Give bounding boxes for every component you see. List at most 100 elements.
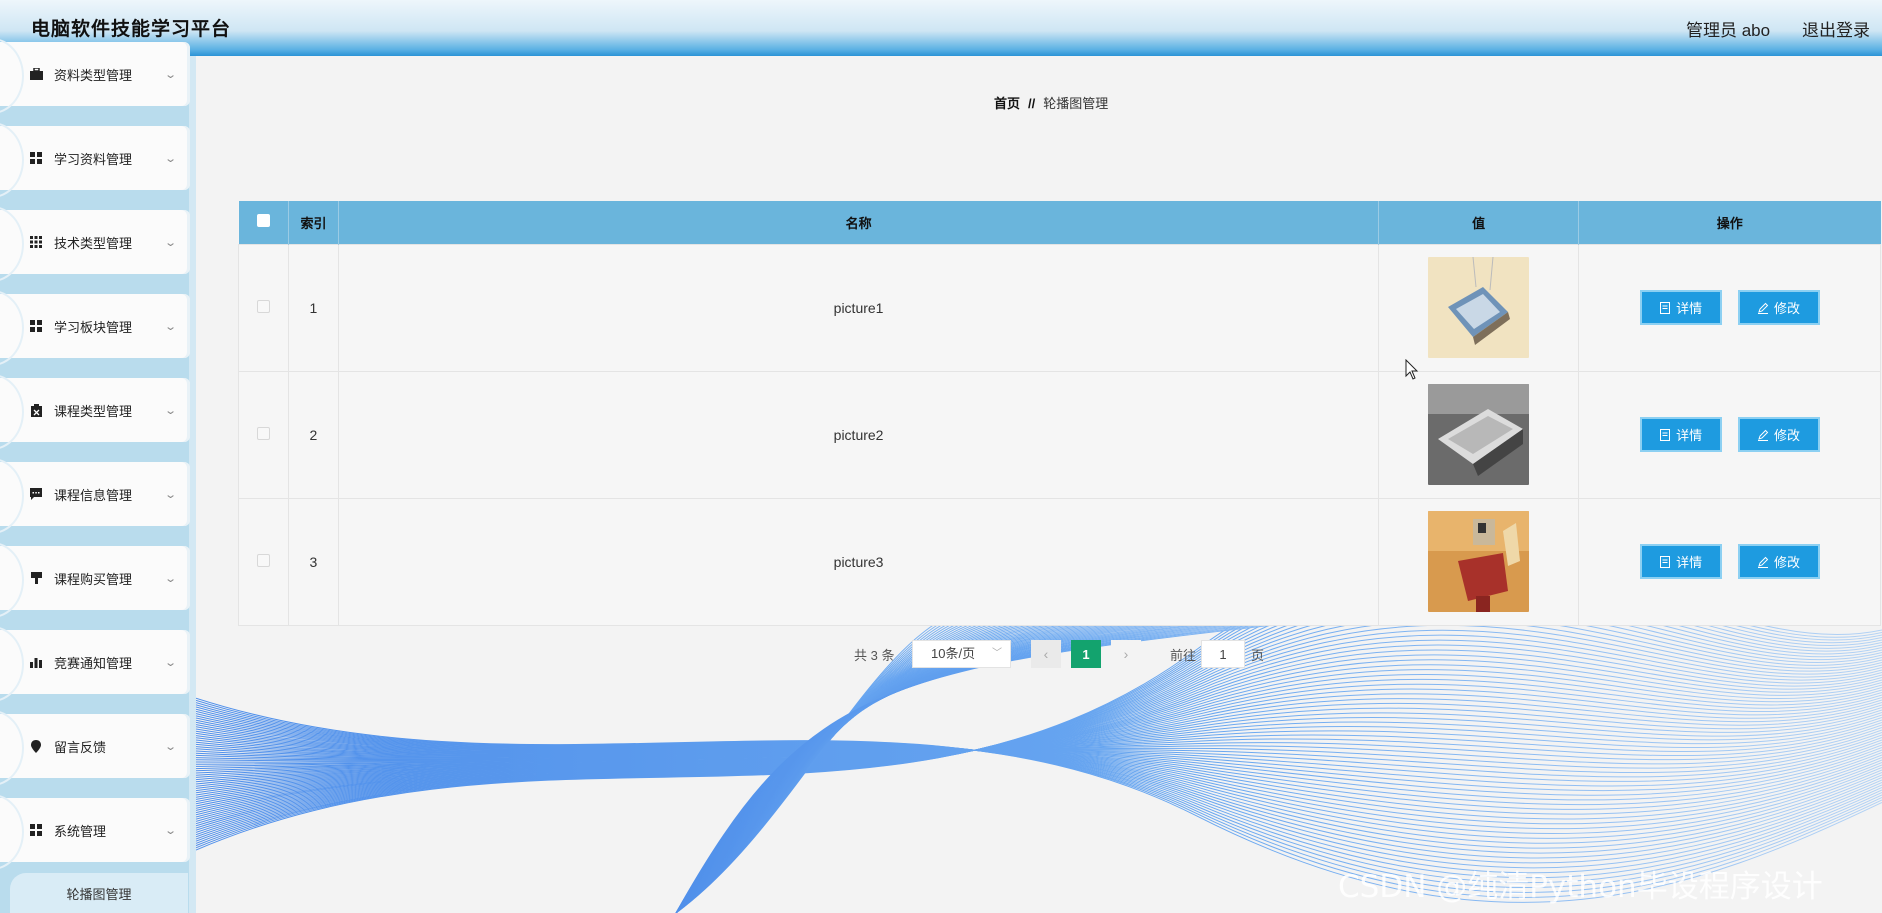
sidebar-item-label: 竞赛通知管理 (54, 655, 133, 671)
prev-page-button[interactable]: ‹ (1031, 640, 1061, 668)
edit-button[interactable]: 修改 (1737, 417, 1820, 452)
apps-icon (29, 235, 43, 249)
table-row: 1 picture1 详情 修改 (238, 243, 1881, 372)
chevron-down-icon: ⌄ (164, 488, 178, 501)
clipboard-icon (29, 403, 43, 417)
sidebar-item-tech-types[interactable]: 技术类型管理 ⌄ (0, 206, 190, 282)
sidebar-item-label: 技术类型管理 (54, 235, 133, 251)
carousel-table: 索引 名称 值 操作 1 picture1 详情 修改 2 picture2 详… (238, 201, 1881, 626)
sidebar-subitem-carousel[interactable]: 轮播图管理 (10, 873, 188, 913)
next-page-button[interactable]: › (1111, 640, 1141, 668)
breadcrumb-current: 轮播图管理 (1043, 96, 1109, 111)
row-actions-cell: 详情 修改 (1578, 243, 1881, 372)
edit-button-label: 修改 (1773, 555, 1800, 570)
detail-button[interactable]: 详情 (1639, 290, 1722, 325)
comment-icon (29, 487, 43, 501)
edit-button[interactable]: 修改 (1737, 290, 1820, 325)
chevron-down-icon: ⌄ (164, 572, 178, 585)
sidebar-item-label: 留言反馈 (54, 739, 107, 755)
sidebar-item-course-info[interactable]: 课程信息管理 ⌄ (0, 458, 190, 534)
goto-page-input[interactable] (1201, 640, 1245, 668)
goto-unit: 页 (1251, 648, 1265, 663)
row-name: picture2 (337, 370, 1380, 499)
row-name: picture3 (337, 497, 1380, 626)
sidebar-item-label: 课程购买管理 (54, 571, 133, 587)
column-header-value: 值 (1378, 201, 1580, 244)
table-row: 2 picture2 详情 修改 (238, 370, 1881, 499)
top-header: 电脑软件技能学习平台 管理员 abo 退出登录 (0, 0, 1882, 56)
edit-pencil-icon (1757, 302, 1769, 314)
document-icon (1660, 555, 1671, 568)
sidebar-edge (189, 56, 196, 913)
select-all-checkbox[interactable] (256, 214, 270, 228)
sidebar-item-contest-notices[interactable]: 竞赛通知管理 ⌄ (0, 626, 190, 702)
select-all-cell (238, 201, 289, 244)
carousel-image-thumbnail[interactable] (1428, 511, 1530, 612)
row-checkbox[interactable] (256, 553, 270, 567)
chevron-down-icon: ⌄ (164, 320, 178, 333)
edit-pencil-icon (1757, 556, 1769, 568)
chevron-down-icon: ⌄ (164, 152, 178, 165)
row-index: 3 (287, 497, 339, 626)
detail-button-label: 详情 (1676, 301, 1703, 316)
page-number-button[interactable]: 1 (1071, 640, 1101, 668)
sidebar-item-study-sections[interactable]: 学习板块管理 ⌄ (0, 290, 190, 366)
sidebar-item-study-materials[interactable]: 学习资料管理 ⌄ (0, 122, 190, 198)
chevron-right-icon: › (1123, 646, 1129, 662)
row-actions-cell: 详情 修改 (1578, 497, 1881, 626)
document-icon (1660, 428, 1671, 441)
detail-button-label: 详情 (1676, 555, 1703, 570)
briefcase-icon (29, 67, 43, 81)
chevron-down-icon: ⌄ (164, 404, 178, 417)
sidebar-item-course-purchases[interactable]: 课程购买管理 ⌄ (0, 542, 190, 618)
chevron-down-icon: ﹀ (992, 648, 1002, 659)
edit-button[interactable]: 修改 (1737, 544, 1820, 579)
chevron-down-icon: ⌄ (164, 824, 178, 837)
sidebar-item-label: 学习资料管理 (54, 151, 133, 167)
location-pin-icon (29, 739, 43, 753)
breadcrumb-home[interactable]: 首页 (994, 96, 1020, 111)
row-name: picture1 (337, 243, 1380, 372)
page-size-value: 10条/页 (931, 646, 976, 661)
chevron-down-icon: ⌄ (164, 656, 178, 669)
goto-label: 前往 (1170, 648, 1197, 663)
grid-icon (29, 319, 43, 333)
admin-user-label: 管理员 abo (1686, 21, 1771, 40)
carousel-image-thumbnail[interactable] (1428, 257, 1530, 358)
sidebar-item-label: 系统管理 (54, 823, 107, 839)
edit-button-label: 修改 (1773, 301, 1800, 316)
detail-button[interactable]: 详情 (1639, 417, 1722, 452)
sidebar-item-feedback[interactable]: 留言反馈 ⌄ (0, 710, 190, 786)
chevron-down-icon: ⌄ (164, 68, 178, 81)
sidebar-item-label: 课程类型管理 (54, 403, 133, 419)
logout-link[interactable]: 退出登录 (1802, 16, 1870, 41)
bar-chart-icon (29, 655, 43, 669)
sidebar-item-system[interactable]: 系统管理 ⌄ (0, 794, 190, 870)
app-title: 电脑软件技能学习平台 (31, 19, 232, 40)
watermark: CSDN @纯清Python毕设程序设计 (1338, 869, 1823, 905)
page-size-select[interactable]: 10条/页 ﹀ (912, 640, 1011, 668)
sidebar-item-label: 资料类型管理 (54, 67, 133, 83)
table-header-row: 索引 名称 值 操作 (238, 201, 1881, 244)
flag-icon (29, 571, 43, 585)
row-checkbox-cell (238, 243, 289, 372)
row-checkbox-cell (238, 497, 289, 626)
pagination-total: 共 3 条 (854, 648, 895, 663)
row-value-cell (1378, 243, 1580, 372)
row-checkbox[interactable] (256, 426, 270, 440)
sidebar-item-label: 课程信息管理 (54, 487, 133, 503)
detail-button[interactable]: 详情 (1639, 544, 1722, 579)
carousel-image-thumbnail[interactable] (1428, 384, 1530, 485)
sidebar-item-material-types[interactable]: 资料类型管理 ⌄ (0, 38, 190, 114)
edit-pencil-icon (1757, 429, 1769, 441)
breadcrumb-separator: // (1028, 96, 1036, 111)
row-checkbox[interactable] (256, 299, 270, 313)
chevron-down-icon: ⌄ (164, 740, 178, 753)
table-row: 3 picture3 详情 修改 (238, 497, 1881, 626)
sidebar-item-course-types[interactable]: 课程类型管理 ⌄ (0, 374, 190, 450)
grid-icon (29, 151, 43, 165)
column-header-actions: 操作 (1578, 201, 1881, 244)
row-index: 2 (287, 370, 339, 499)
column-header-index: 索引 (288, 201, 339, 244)
breadcrumb: 首页 // 轮播图管理 (994, 93, 1108, 112)
